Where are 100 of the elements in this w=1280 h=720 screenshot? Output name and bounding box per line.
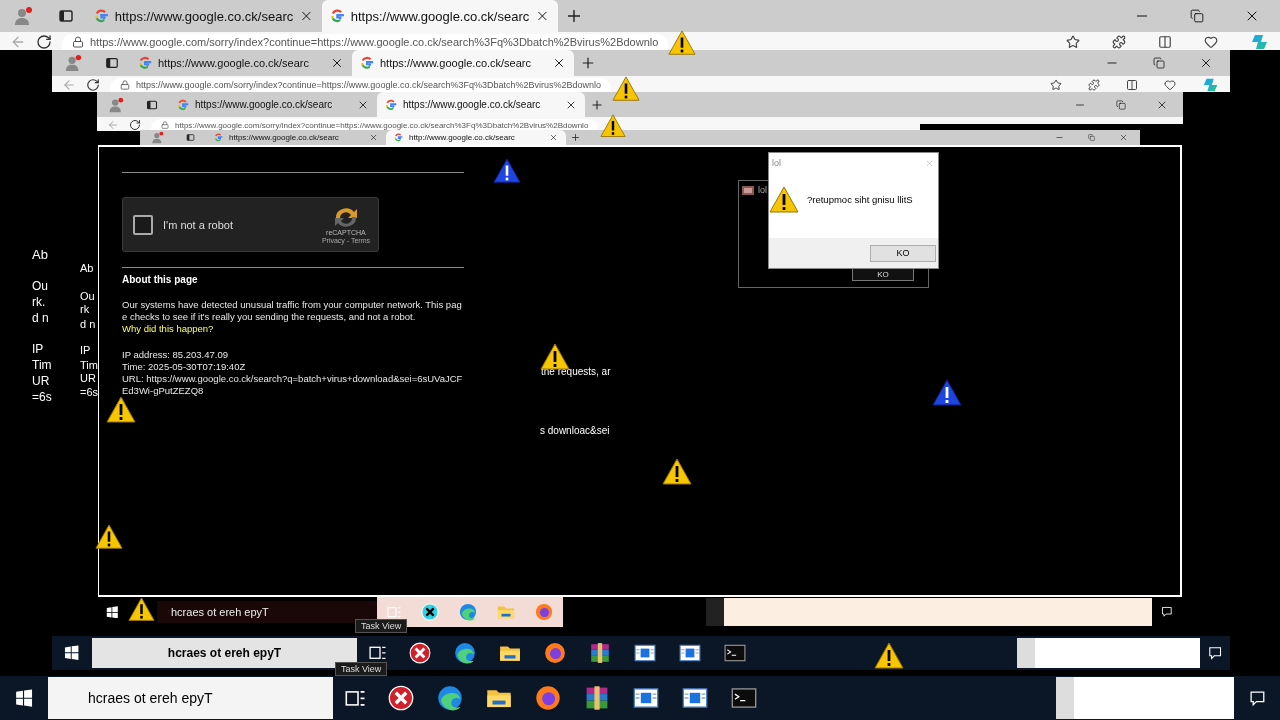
tab-actions-icon [104, 56, 119, 70]
profile-icon [63, 54, 82, 72]
tab-actions-icon [186, 133, 195, 142]
text-fragment: rk [80, 304, 90, 315]
tab-actions-icon [146, 98, 158, 111]
text-fragment: Ou [80, 291, 95, 302]
warning-icon [769, 185, 799, 213]
archive-icon [589, 642, 612, 664]
warning-icon [662, 458, 692, 485]
windows-logo-icon [14, 688, 34, 708]
copilot-icon [1202, 76, 1220, 94]
google-icon [385, 98, 397, 111]
terminal-icon [731, 685, 758, 711]
browser-tab[interactable]: https://www.google.co.ck/searc [130, 50, 352, 76]
new-tab-icon[interactable] [570, 133, 580, 142]
tooltip: Task View [335, 662, 388, 676]
close-icon[interactable] [330, 56, 344, 70]
error-icon [388, 685, 415, 711]
text-fragment: s downloac&sei [540, 426, 610, 436]
edge-icon [459, 603, 478, 621]
text-fragment: IP [80, 345, 91, 356]
firefox-icon [535, 603, 554, 621]
profile-icon [12, 6, 33, 26]
windows-logo-icon [105, 605, 119, 619]
text-fragment: =6s [80, 387, 99, 398]
browser-tab[interactable]: http://www.google.co.ck/searc [386, 130, 566, 145]
task-view-icon [368, 644, 387, 662]
warning-icon [106, 396, 136, 423]
restore-icon[interactable] [1190, 9, 1204, 23]
heart-icon[interactable] [1164, 79, 1176, 91]
tab-actions-icon [57, 8, 74, 24]
puzzle-icon[interactable] [1088, 79, 1100, 91]
new-tab-icon[interactable] [566, 8, 582, 24]
text-fragment: IP [32, 343, 44, 355]
warning-icon [493, 158, 521, 184]
windows-logo-icon [64, 645, 80, 661]
address-field[interactable]: https://www.google.com/sorry/index?continue=https://www.google.co.ck/search%3Fq%3Dbatch%2Bvirus%2Bdownlo [110, 78, 611, 92]
split-screen-icon[interactable] [1126, 79, 1138, 91]
detail-line: Time: 2025-05-30T07:19:40Z [122, 361, 247, 373]
app-window-icon [679, 642, 702, 664]
close-icon[interactable] [1199, 56, 1213, 70]
warning-icon [932, 379, 962, 406]
restore-icon[interactable] [1088, 134, 1095, 141]
checkbox-label: I'm not a robot [163, 218, 234, 231]
browser-tab[interactable]: https://www.google.co.ck/searc [322, 0, 558, 32]
detail-line: URL: https://www.google.co.ck/search?q=batch+virus+download&sei=6sUVaJCFEd3Wi-gPutZEZQ8 [122, 373, 464, 397]
help-link[interactable]: Why did this happen? [122, 323, 214, 334]
captcha-logo-icon [332, 205, 359, 228]
checkbox[interactable] [133, 214, 153, 235]
star-icon[interactable] [1066, 35, 1080, 49]
new-tab-icon[interactable] [581, 56, 595, 70]
text-fragment: Tim [32, 359, 52, 371]
close-icon[interactable] [552, 56, 566, 70]
app-window-icon [633, 685, 660, 711]
address-field[interactable]: https://www.google.com/sorry/index?continue=https://www.google.co.ck/search%3Fq%3Dbatch%2Bvirus%2Bdownlo [62, 34, 669, 50]
refresh-icon[interactable] [129, 119, 141, 131]
profile-icon [108, 96, 124, 113]
heart-icon[interactable] [1204, 35, 1218, 49]
section-heading: About this page [122, 274, 199, 285]
restore-icon[interactable] [1116, 99, 1126, 110]
app-icon [742, 185, 754, 195]
error-icon [421, 603, 440, 621]
search-field[interactable]: hcraes ot ereh epyT [48, 677, 333, 719]
terminal-icon [724, 642, 747, 664]
text-fragment: d n [80, 319, 96, 330]
text-fragment: UR [80, 373, 96, 384]
app-window-icon [634, 642, 657, 664]
browser-tab[interactable]: https://www.google.co.ck/searc [86, 0, 322, 32]
address-field[interactable]: https://www.google.com/sorry/index?continue=https://www.google.co.ck/search%3Fq%3Dbatch%2Bvirus%2Bdownlo [151, 119, 599, 131]
browser-tab[interactable]: https://www.google.co.ck/searc [206, 130, 386, 145]
browser-tab[interactable]: https://www.google.co.ck/searc [377, 92, 585, 117]
split-screen-icon[interactable] [1158, 35, 1172, 49]
browser-tab[interactable]: https://www.google.co.ck/searc [352, 50, 574, 76]
google-icon [138, 56, 152, 70]
text-fragment: Ou [32, 280, 48, 292]
detail-line: IP address: 85.203.47.09 [122, 349, 229, 361]
text-fragment: UR [32, 375, 50, 387]
tooltip: Task View [355, 619, 408, 633]
dialog-button[interactable]: KO [870, 244, 936, 262]
google-icon [394, 133, 403, 142]
notification-icon [1161, 606, 1173, 618]
search-field[interactable]: hcraes ot ereh epyT [157, 601, 377, 623]
browser-tab[interactable]: https://www.google.co.ck/searc [169, 92, 377, 117]
google-icon [214, 133, 223, 142]
firefox-icon [544, 642, 567, 664]
notification-icon [1207, 645, 1223, 661]
text-fragment: =6s [32, 391, 52, 403]
paragraph: Our systems have detected unusual traffic from your computer network. This page checks to see if it's really you sending the requests, and not a robot. Why did this happen? [122, 299, 463, 335]
warning-icon [612, 76, 640, 102]
refresh-icon[interactable] [86, 78, 100, 92]
puzzle-icon[interactable] [1112, 35, 1126, 49]
restore-icon[interactable] [1153, 57, 1165, 69]
app-window-icon [682, 685, 709, 711]
notification-icon [1248, 689, 1266, 707]
error-icon [409, 642, 432, 664]
refresh-icon[interactable] [36, 34, 52, 50]
google-icon [360, 56, 374, 70]
star-icon[interactable] [1050, 79, 1062, 91]
new-tab-icon[interactable] [591, 98, 603, 111]
text-fragment: rk. [32, 296, 46, 308]
